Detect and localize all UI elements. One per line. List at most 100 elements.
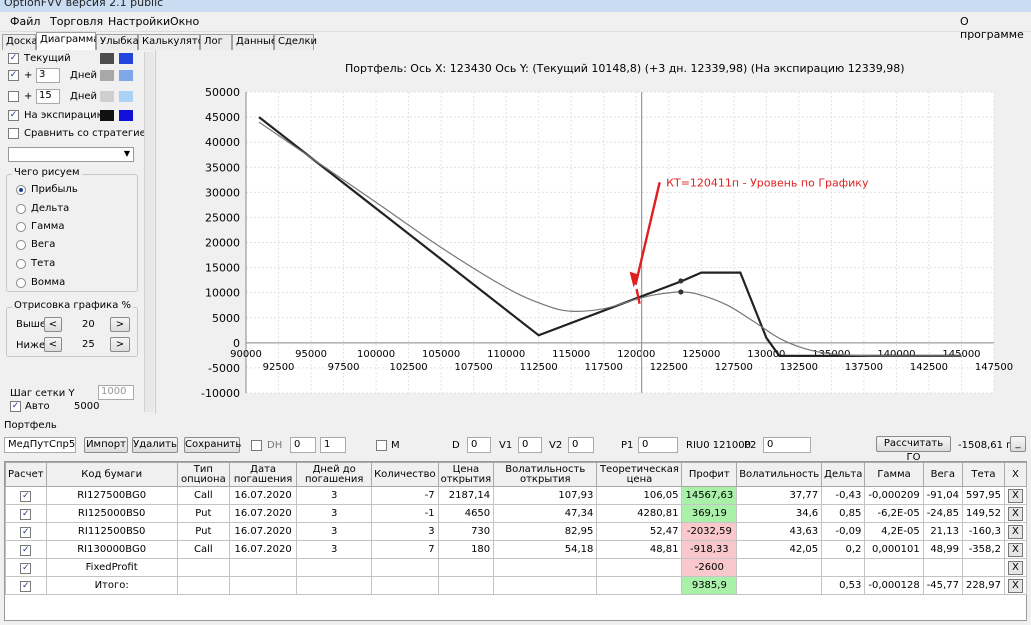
delete-row-button[interactable]: X [1007, 506, 1023, 521]
menu-settings[interactable]: Настройки [108, 15, 170, 28]
compare-checkbox[interactable] [8, 128, 19, 139]
menu-trading[interactable]: Торговля [50, 15, 103, 28]
tab-log[interactable]: Лог [200, 34, 232, 50]
tab-board[interactable]: Доска [2, 34, 38, 50]
column-header[interactable]: Дней до погашения [296, 462, 373, 487]
delete-row-button[interactable]: X [1007, 560, 1023, 575]
import-button[interactable]: Импорт [84, 437, 128, 453]
column-header[interactable]: Цена открытия [437, 462, 495, 487]
table-row[interactable]: ✓ RI130000BG0 Call 16.07.2020 3 7 180 54,18 48,8… [5, 540, 1028, 559]
above-value[interactable]: 20 [82, 319, 95, 330]
p1-input[interactable]: 0 [638, 437, 678, 453]
tab-smile[interactable]: Улыбка [96, 34, 139, 50]
current-color-1[interactable] [100, 53, 114, 64]
delete-button[interactable]: Удалить [132, 437, 178, 453]
column-header[interactable]: Гамма [864, 462, 924, 487]
column-header[interactable]: Профит [681, 462, 738, 487]
calc-checkbox-cell[interactable]: ✓ [5, 576, 47, 595]
radio-delta[interactable] [16, 204, 26, 214]
calc-checkbox-cell[interactable]: ✓ [5, 558, 47, 577]
below-decrease-button[interactable]: < [44, 337, 62, 352]
menu-file[interactable]: Файл [10, 15, 40, 28]
minimize-button[interactable]: _ [1010, 436, 1026, 452]
expiry-color-2[interactable] [119, 110, 133, 121]
menu-window[interactable]: Окно [170, 15, 199, 28]
tab-calculator[interactable]: Калькулятор [138, 34, 210, 50]
calc-checkbox-cell[interactable]: ✓ [5, 486, 47, 505]
delete-row-button[interactable]: X [1007, 578, 1023, 593]
radio-theta[interactable] [16, 259, 26, 269]
column-header[interactable]: Дельта [821, 462, 866, 487]
plus3-color-2[interactable] [119, 70, 133, 81]
table-cell [296, 576, 373, 595]
table-row[interactable]: ✓ RI125000BS0 Put 16.07.2020 3 -1 4650 47,34 428… [5, 504, 1028, 523]
below-increase-button[interactable]: > [110, 337, 130, 352]
calc-checkbox[interactable]: ✓ [20, 562, 32, 574]
calc-checkbox[interactable]: ✓ [20, 580, 32, 592]
left-scrollbar[interactable] [144, 52, 154, 412]
column-header[interactable]: Волатильность открытия [493, 462, 598, 487]
current-checkbox[interactable]: ✓ [8, 53, 19, 64]
table-row[interactable]: ✓ FixedProfit -2600 X [5, 558, 1028, 577]
v2-input[interactable]: 0 [568, 437, 594, 453]
current-color-2[interactable] [119, 53, 133, 64]
m-checkbox[interactable] [376, 440, 387, 451]
calc-checkbox[interactable]: ✓ [20, 526, 32, 538]
expiry-color-1[interactable] [100, 110, 114, 121]
plus15-color-2[interactable] [119, 91, 133, 102]
v1-input[interactable]: 0 [518, 437, 542, 453]
calc-checkbox[interactable]: ✓ [20, 508, 32, 520]
calculate-margin-button[interactable]: Рассчитать ГО [876, 436, 951, 463]
column-header[interactable]: Тип опциона [176, 462, 230, 487]
calc-checkbox-cell[interactable]: ✓ [5, 540, 47, 559]
above-decrease-button[interactable]: < [44, 317, 62, 332]
column-header[interactable]: Вега [922, 462, 963, 487]
calc-checkbox-cell[interactable]: ✓ [5, 504, 47, 523]
calc-checkbox-cell[interactable]: ✓ [5, 522, 47, 541]
dh-input[interactable]: 0 [290, 437, 316, 453]
radio-vega[interactable] [16, 240, 26, 250]
table-row[interactable]: ✓ RI112500BS0 Put 16.07.2020 3 3 730 82,95 52,47… [5, 522, 1028, 541]
calc-checkbox[interactable]: ✓ [20, 490, 32, 502]
tab-data[interactable]: Данные [232, 34, 277, 50]
radio-gamma[interactable] [16, 222, 26, 232]
table-row[interactable]: ✓ Итого: 9385,9 0,53 -0,000128 -45,77 228,97 X [5, 576, 1028, 595]
p2-input[interactable]: 0 [763, 437, 811, 453]
column-header[interactable]: Код бумаги [45, 462, 178, 487]
delete-row-button[interactable]: X [1007, 542, 1023, 557]
radio-profit[interactable] [16, 185, 26, 195]
save-button[interactable]: Сохранить [184, 437, 241, 453]
column-header[interactable]: Расчет [5, 462, 47, 487]
dh-input-2[interactable]: 1 [320, 437, 346, 453]
column-header[interactable]: X [1003, 462, 1028, 487]
column-header[interactable]: Волатильность [736, 462, 823, 487]
calc-checkbox[interactable]: ✓ [20, 544, 32, 556]
plus3-color-1[interactable] [100, 70, 114, 81]
plus3-checkbox[interactable]: ✓ [8, 70, 19, 81]
auto-checkbox[interactable]: ✓ [10, 401, 21, 412]
below-value[interactable]: 25 [82, 339, 95, 350]
column-header[interactable]: Тета [961, 462, 1005, 487]
portfolio-select[interactable]: МедПутСпр5 [4, 437, 76, 453]
payoff-chart[interactable]: 50000 45000 40000 35000 30000 25000 20000 15000… [158, 50, 1031, 414]
expiry-checkbox[interactable]: ✓ [8, 110, 19, 121]
tab-deals[interactable]: Сделки [274, 34, 317, 50]
above-increase-button[interactable]: > [110, 317, 130, 332]
column-header[interactable]: Теоретическая цена [596, 462, 683, 487]
plus15-color-1[interactable] [100, 91, 114, 102]
tab-diagram[interactable]: Диаграмма [36, 32, 99, 50]
days-input-2[interactable]: 15 [36, 89, 60, 104]
column-header[interactable]: Дата погашения [228, 462, 298, 487]
delete-row-button[interactable]: X [1007, 488, 1023, 503]
table-row[interactable]: ✓ RI127500BG0 Call 16.07.2020 3 -7 2187,14 107,… [5, 486, 1028, 505]
column-header[interactable]: Количество [371, 462, 439, 487]
d-input[interactable]: 0 [467, 437, 491, 453]
strategy-dropdown[interactable]: ▼ [8, 147, 134, 162]
plus15-checkbox[interactable] [8, 91, 19, 102]
delete-row-button[interactable]: X [1007, 524, 1023, 539]
menu-about[interactable]: О программе [960, 15, 1031, 41]
dh-checkbox[interactable] [251, 440, 262, 451]
grid-step-input[interactable]: 1000 [98, 385, 134, 400]
days-input-1[interactable]: 3 [36, 68, 60, 83]
radio-vomma[interactable] [16, 278, 26, 288]
